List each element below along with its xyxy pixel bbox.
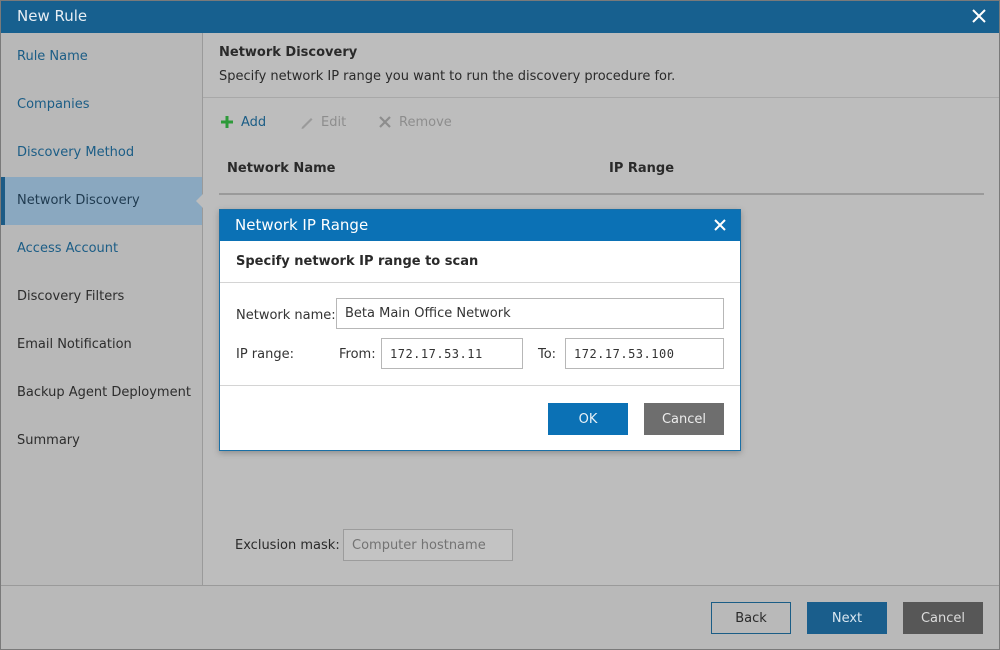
sidebar-item-backup-agent-deployment: Backup Agent Deployment: [1, 369, 202, 417]
active-indicator: [1, 177, 5, 225]
exclusion-mask-label: Exclusion mask:: [235, 538, 340, 553]
ok-button[interactable]: OK: [548, 403, 628, 435]
sidebar-item-label: Backup Agent Deployment: [17, 385, 191, 400]
sidebar-item-label: Summary: [17, 433, 80, 448]
back-button[interactable]: Back: [711, 602, 791, 634]
ip-to-input[interactable]: [565, 338, 724, 369]
remove-button[interactable]: Remove: [377, 111, 452, 133]
sidebar-item-rule-name[interactable]: Rule Name: [1, 33, 202, 81]
sidebar-item-network-discovery[interactable]: Network Discovery: [1, 177, 203, 225]
remove-button-label: Remove: [399, 114, 452, 130]
divider: [220, 282, 740, 283]
sidebar-item-summary: Summary: [1, 417, 202, 465]
sidebar-item-email-notification: Email Notification: [1, 321, 202, 369]
column-header-ip-range[interactable]: IP Range: [609, 161, 674, 176]
plus-icon: [221, 116, 233, 128]
close-icon[interactable]: [712, 217, 728, 233]
sidebar-item-companies[interactable]: Companies: [1, 81, 202, 129]
pencil-icon: [301, 118, 313, 129]
sidebar-item-label: Access Account: [17, 241, 119, 256]
sidebar-item-label: Network Discovery: [17, 193, 140, 208]
active-notch: [196, 194, 203, 208]
page-description: Specify network IP range you want to run…: [219, 69, 676, 84]
from-label: From:: [339, 347, 376, 362]
sidebar-item-label: Discovery Filters: [17, 289, 125, 304]
sidebar-item-label: Email Notification: [17, 337, 132, 352]
wizard-sidebar: Rule Name Companies Discovery Method Net…: [1, 33, 203, 585]
exclusion-mask-input[interactable]: [343, 529, 513, 561]
divider: [220, 385, 740, 386]
dialog-subtitle: Specify network IP range to scan: [236, 254, 479, 269]
dialog-cancel-button[interactable]: Cancel: [644, 403, 724, 435]
x-icon: [379, 116, 391, 128]
edit-button-label: Edit: [321, 114, 347, 130]
sidebar-item-label: Rule Name: [17, 49, 88, 64]
add-button[interactable]: Add: [219, 111, 266, 133]
to-label: To:: [538, 347, 557, 362]
page-title: Network Discovery: [219, 45, 358, 60]
sidebar-item-access-account[interactable]: Access Account: [1, 225, 202, 273]
network-ip-range-dialog: Network IP Range Specify network IP rang…: [219, 209, 741, 451]
edit-button[interactable]: Edit: [299, 111, 346, 133]
window-title: New Rule: [17, 7, 88, 25]
wizard-footer: Back Next Cancel: [1, 585, 999, 649]
next-button[interactable]: Next: [807, 602, 887, 634]
sidebar-item-label: Discovery Method: [17, 145, 135, 160]
close-icon[interactable]: [969, 6, 989, 26]
table-header-divider: [219, 193, 984, 195]
dialog-titlebar: Network IP Range: [220, 210, 740, 241]
ip-from-input[interactable]: [381, 338, 523, 369]
network-name-input[interactable]: [336, 298, 724, 329]
sidebar-item-discovery-filters: Discovery Filters: [1, 273, 202, 321]
cancel-button[interactable]: Cancel: [903, 602, 983, 634]
dialog-title: Network IP Range: [235, 216, 369, 234]
add-button-label: Add: [241, 114, 267, 130]
network-name-label: Network name:: [236, 308, 336, 323]
ip-range-label: IP range:: [236, 347, 294, 362]
window-titlebar: New Rule: [1, 1, 999, 33]
divider: [203, 97, 999, 98]
sidebar-item-discovery-method[interactable]: Discovery Method: [1, 129, 202, 177]
sidebar-item-label: Companies: [17, 97, 90, 112]
column-header-network-name[interactable]: Network Name: [227, 161, 335, 176]
